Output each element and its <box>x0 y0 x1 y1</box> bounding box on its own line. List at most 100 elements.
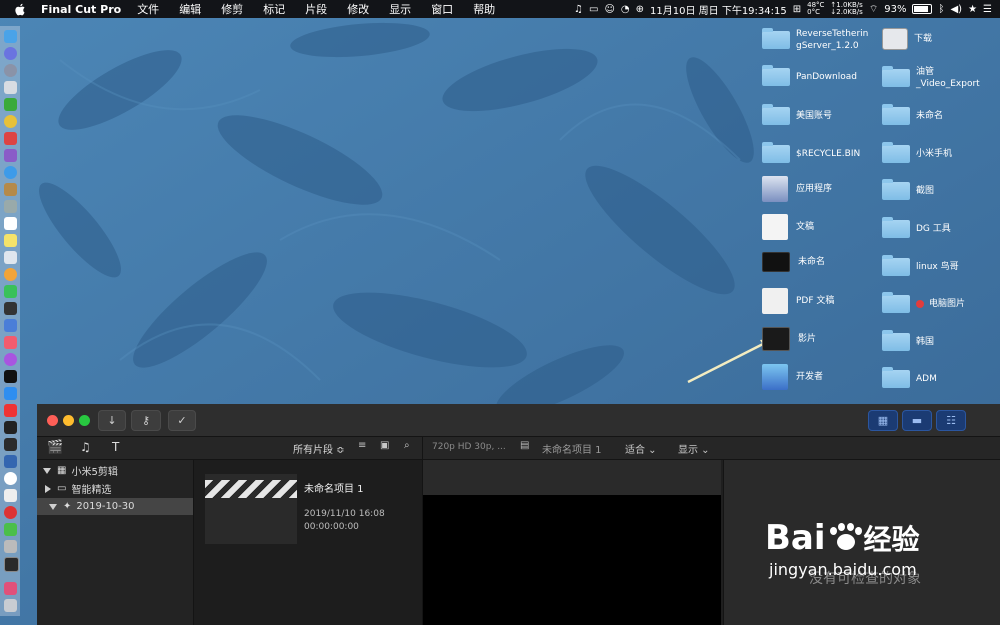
minimize-button[interactable] <box>63 415 74 426</box>
disclosure-triangle-icon[interactable] <box>49 503 57 510</box>
desktop-item-us-account[interactable]: 美国账号 <box>762 104 832 125</box>
dock-calendar-icon[interactable] <box>4 217 17 230</box>
desktop-item-pandownload[interactable]: PanDownload <box>762 65 857 86</box>
clip-title[interactable]: 未命名项目 1 <box>304 480 364 495</box>
libraries-icon[interactable]: 🎬 <box>47 440 63 455</box>
clip-appearance-icon[interactable]: ▣ <box>380 440 389 451</box>
menu-trim[interactable]: 修剪 <box>221 1 243 17</box>
menu-file[interactable]: 文件 <box>137 1 159 17</box>
titles-generators-icon[interactable]: T <box>112 440 119 454</box>
dock-vivaldi-icon[interactable] <box>4 404 17 417</box>
dock-app-brown-icon[interactable] <box>4 183 17 196</box>
dock-preview-icon[interactable] <box>4 251 17 264</box>
dock-safari-icon[interactable] <box>4 166 17 179</box>
dock-photos-icon[interactable] <box>4 268 17 281</box>
desktop-item-linux[interactable]: linux 鸟哥 <box>882 255 959 276</box>
keywords-button[interactable]: ⚷ <box>131 410 161 431</box>
library-row[interactable]: ▦ 小米5剪辑 <box>37 462 193 479</box>
desktop-item-adm[interactable]: ADM <box>882 367 937 388</box>
desktop-item-video-export[interactable]: 油管 _Video_Export <box>882 66 986 90</box>
dock-camera-icon[interactable] <box>4 540 17 553</box>
dock-netease-icon[interactable] <box>4 506 17 519</box>
dock-vm-icon[interactable] <box>4 455 17 468</box>
dock-notes-icon[interactable] <box>4 234 17 247</box>
desktop-item-reverse-tethering[interactable]: ReverseTetherin gServer_1.2.0 <box>762 28 882 52</box>
desktop-item-documents[interactable]: 文稿 <box>762 214 814 240</box>
dock-finder-icon[interactable] <box>4 30 17 43</box>
timeline-toggle-button[interactable]: ▬ <box>902 410 932 431</box>
dock-app-purple-icon[interactable] <box>4 149 17 162</box>
battery-percent[interactable]: 93% <box>884 4 906 15</box>
search-icon[interactable]: ⌕ <box>404 440 410 451</box>
menu-app-name[interactable]: Final Cut Pro <box>41 3 121 16</box>
qq-icon[interactable]: ☺ <box>604 4 614 15</box>
apple-logo-icon[interactable] <box>14 3 27 16</box>
dock-trash-icon[interactable] <box>4 599 17 612</box>
dock-launchpad-icon[interactable] <box>4 64 17 77</box>
dock-app-dark-icon[interactable] <box>4 302 17 315</box>
dock-yandex-icon[interactable] <box>4 472 17 485</box>
filmstrip-toggle-icon[interactable]: ≡ <box>358 440 366 451</box>
dock-messages-icon[interactable] <box>4 285 17 298</box>
desktop-item-recycle-bin[interactable]: $RECYCLE.BIN <box>762 142 860 163</box>
menu-help[interactable]: 帮助 <box>473 1 495 17</box>
dock-wechat-icon[interactable] <box>4 98 17 111</box>
desktop-item-developer[interactable]: 开发者 <box>762 364 823 390</box>
close-button[interactable] <box>47 415 58 426</box>
desktop-item-pdf-docs[interactable]: PDF 文稿 <box>762 288 834 314</box>
disclosure-triangle-icon[interactable] <box>45 484 51 493</box>
bluetooth-icon[interactable]: ᛒ <box>938 4 944 15</box>
import-button[interactable]: ↓ <box>98 410 126 431</box>
globe-icon[interactable]: ⊕ <box>636 4 644 15</box>
disclosure-triangle-icon[interactable] <box>43 467 51 474</box>
desktop-item-untitled-folder[interactable]: 未命名 <box>882 104 943 125</box>
favorites-star-icon[interactable]: ★ <box>968 4 977 15</box>
dock-chrome-icon[interactable] <box>4 115 17 128</box>
photos-audio-icon[interactable]: ♫ <box>80 440 91 454</box>
dock-wechat2-icon[interactable] <box>4 523 17 536</box>
dock-app-red-icon[interactable] <box>4 132 17 145</box>
desktop-item-applications[interactable]: 应用程序 <box>762 176 832 202</box>
sync-icon[interactable]: ◔ <box>621 4 630 15</box>
menu-modify[interactable]: 修改 <box>347 1 369 17</box>
desktop-item-xiaomi-phone[interactable]: 小米手机 <box>882 142 952 163</box>
dock-music-icon[interactable] <box>4 336 17 349</box>
dock-app-grey-icon[interactable] <box>4 200 17 213</box>
dock-podcasts-icon[interactable] <box>4 353 17 366</box>
menu-view[interactable]: 显示 <box>389 1 411 17</box>
dock-appstore-icon[interactable] <box>4 387 17 400</box>
background-tasks-button[interactable]: ✓ <box>168 410 196 431</box>
smart-collections-row[interactable]: ▭ 智能精选 <box>37 480 193 497</box>
menu-edit[interactable]: 编辑 <box>179 1 201 17</box>
desktop-item-movies[interactable]: 影片 <box>762 327 816 351</box>
zoom-button[interactable] <box>79 415 90 426</box>
menu-window[interactable]: 窗口 <box>431 1 453 17</box>
desktop-item-pc-pictures[interactable]: 电脑图片 <box>882 292 965 313</box>
wifi-icon[interactable]: ⌔ <box>869 3 878 16</box>
dock-terminal-icon[interactable] <box>4 421 17 434</box>
event-row[interactable]: ✦ 2019-10-30 <box>37 498 193 515</box>
desktop-item-untitled-image[interactable]: 未命名 <box>762 252 825 272</box>
desktop-item-korea[interactable]: 韩国 <box>882 330 934 351</box>
viewer[interactable] <box>423 495 721 625</box>
temperature-readout[interactable]: 48°C 0°C <box>807 2 824 16</box>
chat-icon[interactable]: ▭ <box>589 4 598 15</box>
desktop-item-dg-tools[interactable]: DG 工具 <box>882 217 951 238</box>
dock-siri-icon[interactable] <box>4 47 17 60</box>
project-thumbnail[interactable] <box>205 474 297 544</box>
volume-icon[interactable]: ◀) <box>950 4 962 15</box>
menu-clip[interactable]: 片段 <box>305 1 327 17</box>
desktop-item-screenshots[interactable]: 截图 <box>882 179 934 200</box>
dock-tv-icon[interactable] <box>4 370 17 383</box>
network-readout[interactable]: ↑1.0KB/s ↓2.0KB/s <box>830 2 862 16</box>
menu-mark[interactable]: 标记 <box>263 1 285 17</box>
dock-app-white-icon[interactable] <box>4 489 17 502</box>
view-dropdown[interactable]: 显示 ⌄ <box>678 441 710 456</box>
battery-icon[interactable] <box>912 4 933 14</box>
dock-fcp-icon[interactable] <box>4 557 19 572</box>
datetime-display[interactable]: 11月10日 周日 下午19:34:15 <box>650 2 787 17</box>
dock-app-pink-icon[interactable] <box>4 582 17 595</box>
desktop-item-download[interactable]: 下载 <box>882 28 932 50</box>
menu-list-icon[interactable]: ☰ <box>983 4 992 15</box>
browser-toggle-button[interactable]: ▦ <box>868 410 898 431</box>
